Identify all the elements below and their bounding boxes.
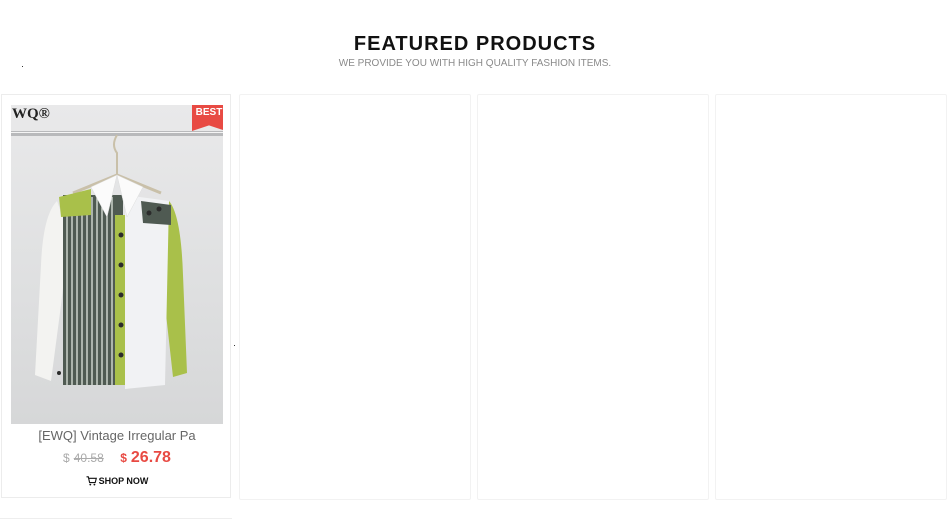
stray-dot [22, 66, 23, 67]
product-card-placeholder [239, 94, 471, 500]
section-subtitle: WE PROVIDE YOU WITH HIGH QUALITY FASHION… [338, 58, 612, 69]
shirt-illustration [11, 131, 223, 389]
currency-symbol: $ [63, 451, 70, 465]
product-card-placeholder [715, 94, 947, 500]
original-price: $40.58 [63, 451, 104, 465]
brand-logo: WQ® [12, 106, 50, 122]
currency-symbol: $ [120, 451, 127, 465]
featured-header: FEATURED PRODUCTS WE PROVIDE YOU WITH HI… [0, 32, 950, 70]
product-card-placeholder [477, 94, 709, 500]
shop-now-button[interactable]: SHOP NOW [2, 476, 232, 486]
divider [0, 518, 232, 519]
sale-price: $26.78 [120, 449, 171, 466]
product-image[interactable]: WQ® BEST [11, 105, 223, 424]
stray-dot [234, 345, 235, 346]
shop-now-label: SHOP NOW [98, 476, 149, 486]
product-card[interactable]: WQ® BEST [EWQ] Vintage Irregular Pa $40.… [1, 94, 231, 498]
cart-icon [86, 476, 97, 486]
section-title: FEATURED PRODUCTS [353, 33, 597, 55]
product-name[interactable]: [EWQ] Vintage Irregular Pa [2, 428, 232, 443]
original-price-value: 40.58 [73, 451, 104, 465]
sale-price-value: 26.78 [130, 449, 171, 466]
price-row: $40.58 $26.78 [2, 449, 232, 467]
